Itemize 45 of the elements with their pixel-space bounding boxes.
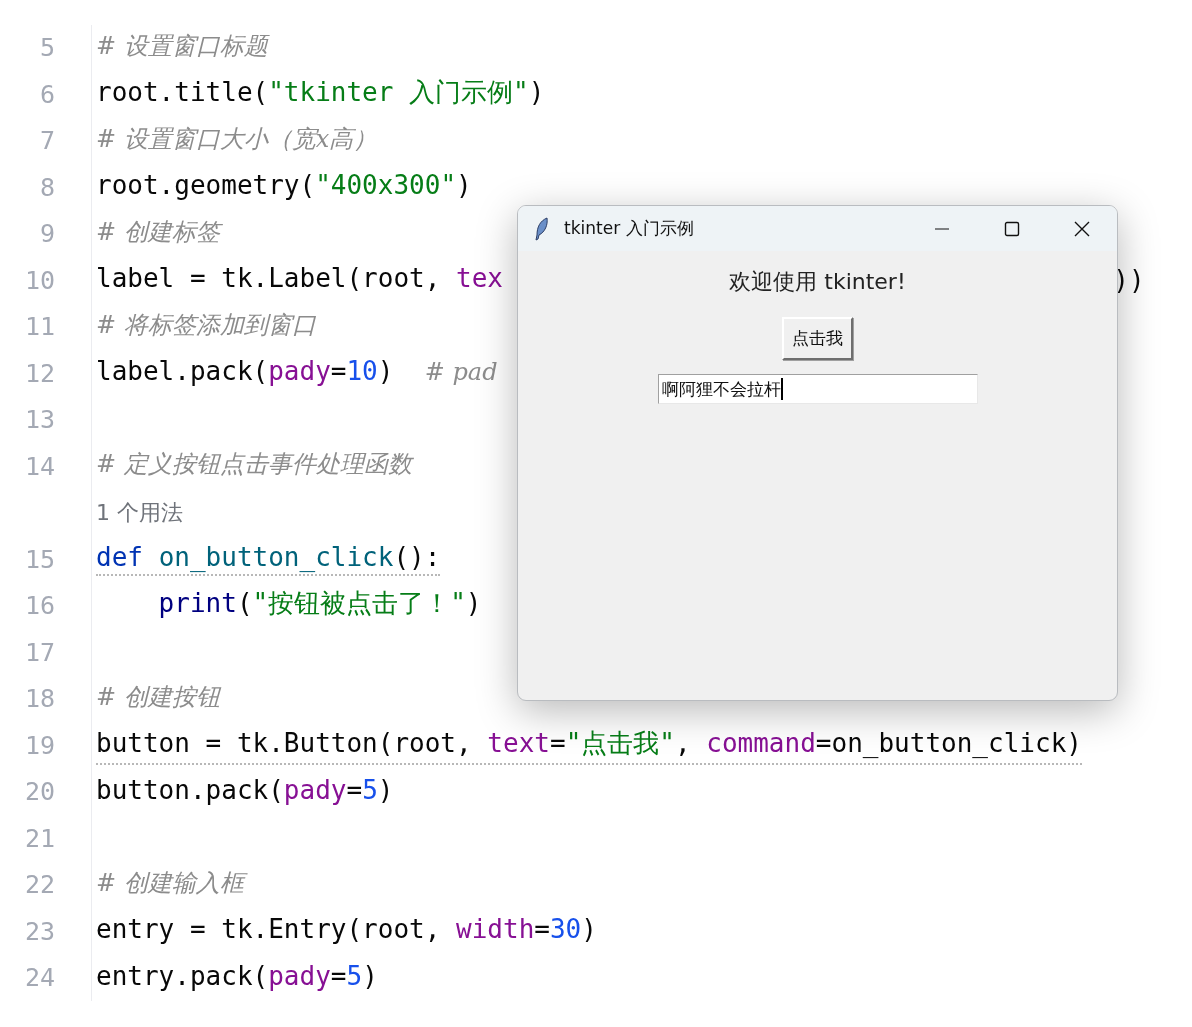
- line-number: 23: [24, 916, 55, 946]
- code-line: # 定义按钮点击事件处理函数: [96, 449, 412, 481]
- feather-icon: [534, 216, 550, 241]
- line-number: 17: [24, 637, 55, 667]
- line-number: 18: [24, 684, 55, 714]
- code-line: # 设置窗口标题: [96, 30, 268, 62]
- line-number: 10: [24, 265, 55, 295]
- welcome-label: 欢迎使用 tkinter!: [729, 268, 906, 296]
- line-number: 20: [24, 777, 55, 807]
- code-line: label = tk.Label(root, tex: [96, 263, 503, 296]
- usage-hint[interactable]: 1 个用法: [96, 497, 183, 528]
- code-line: def on_button_click():: [96, 542, 441, 577]
- code-line: root.title("tkinter 入门示例"): [96, 75, 545, 109]
- code-line: label.pack(pady=10) # pad: [96, 356, 498, 389]
- line-number: 14: [24, 451, 55, 481]
- code-line: entry = tk.Entry(root, width=30): [96, 914, 597, 947]
- maximize-icon: [1004, 220, 1020, 237]
- line-number: 5: [39, 33, 55, 63]
- code-line: entry.pack(pady=5): [96, 960, 378, 993]
- code-line: # 设置窗口大小（宽x高）: [96, 123, 378, 155]
- code-line: button.pack(pady=5): [96, 774, 394, 807]
- code-line: # 将标签添加到窗口: [96, 309, 316, 341]
- close-icon: [1074, 220, 1090, 237]
- line-number: 24: [24, 963, 55, 993]
- code-line: # 创建按钮: [96, 681, 220, 713]
- line-number: 19: [24, 730, 55, 760]
- input-field[interactable]: 啊阿狸不会拉杆: [657, 374, 978, 404]
- line-number: 15: [24, 544, 55, 574]
- line-number: 6: [39, 79, 55, 109]
- line-number: 7: [39, 126, 55, 156]
- line-number: 8: [39, 172, 55, 202]
- code-fragment: )): [1113, 265, 1145, 296]
- line-number: 16: [24, 591, 55, 621]
- line-number: 13: [24, 405, 55, 435]
- code-line: root.geometry("400x300"): [96, 170, 472, 203]
- code-line: button = tk.Button(root, text="点击我", command=on_button_click): [96, 725, 1082, 765]
- line-number: 22: [24, 870, 55, 900]
- code-line: print("按钮被点击了！"): [157, 587, 482, 621]
- line-number: 9: [39, 219, 55, 249]
- window-title: tkinter 入门示例: [564, 217, 694, 240]
- minimize-icon: [934, 227, 950, 230]
- line-number: 21: [24, 823, 55, 853]
- line-number: 11: [24, 312, 55, 342]
- line-number: 12: [24, 358, 55, 388]
- click-button[interactable]: 点击我: [782, 317, 853, 360]
